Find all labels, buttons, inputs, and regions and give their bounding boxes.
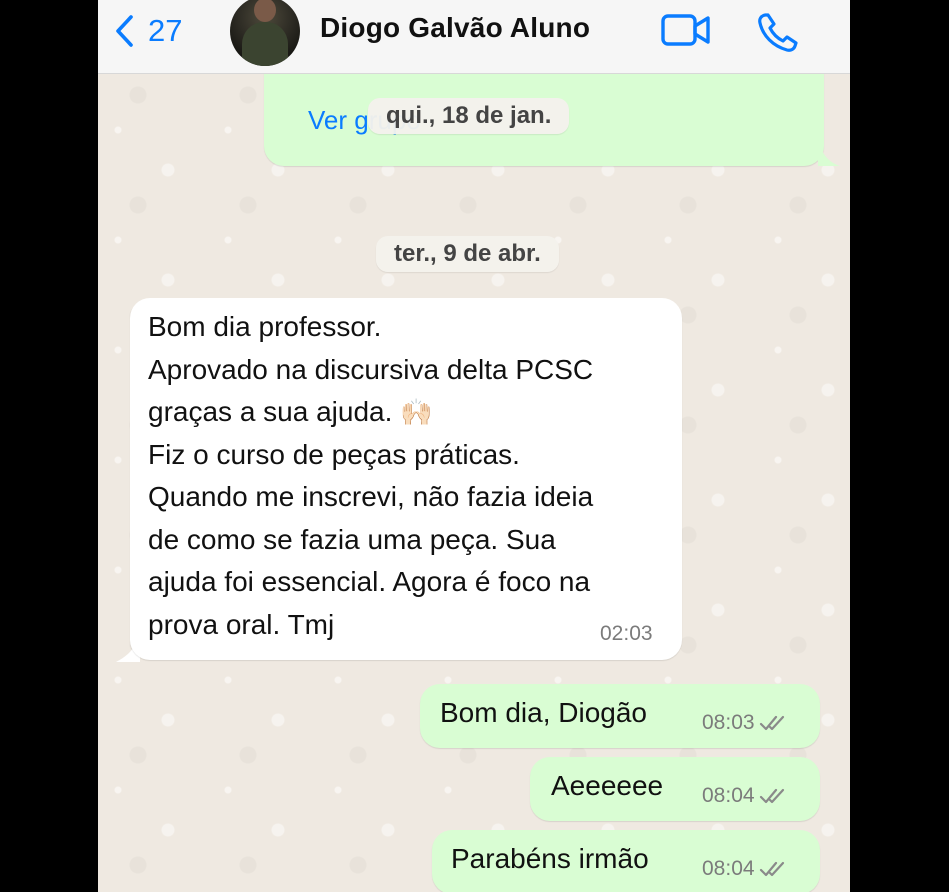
chevron-left-icon [116,15,133,47]
message-text: Parabéns irmão [451,843,649,874]
message-bubble-outgoing[interactable]: Parabéns irmão 08:04 [432,830,820,892]
phone-icon[interactable] [756,12,800,54]
chat-header: 27 Diogo Galvão Aluno [98,0,850,74]
back-button[interactable]: 27 [112,11,182,51]
message-time: 08:03 [702,711,787,735]
chat-screen: 27 Diogo Galvão Aluno Ver grupo qui., 18… [98,0,850,892]
bubble-tail [818,140,840,166]
avatar[interactable] [230,0,300,66]
message-time: 08:04 [702,857,787,881]
date-separator: qui., 18 de jan. [368,98,570,134]
message-bubble-outgoing[interactable]: Bom dia, Diogão 08:03 [420,684,820,748]
raised-hands-emoji: 🙌🏻 [400,397,433,427]
contact-name[interactable]: Diogo Galvão Aluno [320,12,590,44]
double-check-icon [759,715,784,731]
unread-count: 27 [148,13,183,48]
double-check-icon [759,788,784,804]
message-bubble-incoming[interactable]: Bom dia professor. Aprovado na discursiv… [130,298,682,660]
message-time: 02:03 [600,622,653,645]
message-bubble-outgoing[interactable]: Aeeeeee 08:04 [530,757,820,821]
message-time: 08:04 [702,784,787,808]
message-text: Aeeeeee [551,770,664,801]
date-separator: ter., 9 de abr. [376,236,559,272]
message-text: Bom dia professor. Aprovado na discursiv… [148,311,594,640]
video-camera-icon[interactable] [660,12,712,50]
message-text: Bom dia, Diogão [440,697,648,728]
double-check-icon [759,861,784,877]
